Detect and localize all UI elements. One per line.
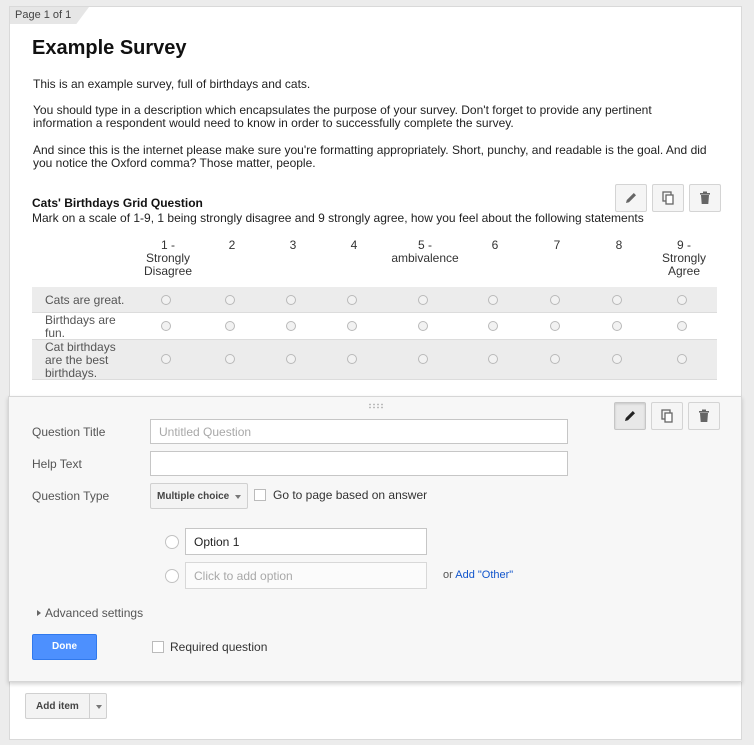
chevron-down-icon (235, 495, 241, 499)
grid-radio[interactable] (612, 321, 622, 331)
grid-header-row: 1 - Strongly Disagree 2 3 4 5 - ambivale… (32, 237, 717, 287)
grid-column-header: 5 - ambivalence (391, 238, 459, 265)
done-button[interactable]: Done (32, 634, 97, 660)
drag-handle-icon[interactable] (368, 403, 384, 409)
grid-column-header: 1 - Strongly Disagree (143, 238, 193, 278)
duplicate-question-button[interactable] (652, 184, 684, 212)
option-radio (165, 569, 179, 583)
grid-row-label: Cat birthdays are the best birthdays. (45, 340, 116, 380)
grid-radio[interactable] (612, 354, 622, 364)
grid-radio[interactable] (161, 321, 171, 331)
add-other-link[interactable]: Add "Other" (455, 569, 513, 581)
grid-radio[interactable] (612, 295, 622, 305)
survey-description-3: And since this is the internet please ma… (33, 143, 707, 170)
duplicate-icon (661, 409, 673, 423)
question-title-input[interactable] (150, 419, 568, 444)
grid-radio[interactable] (550, 295, 560, 305)
option-radio (165, 535, 179, 549)
grid-radio[interactable] (488, 321, 498, 331)
question-type-select[interactable]: Multiple choice (150, 483, 248, 509)
grid-column-header: 9 - Strongly Agree (661, 238, 707, 278)
grid-column-header: 4 (350, 238, 358, 252)
edit-question-button[interactable] (615, 184, 647, 212)
grid-row: Cats are great. (32, 287, 717, 313)
pencil-icon (626, 193, 636, 203)
help-text-label: Help Text (32, 457, 82, 471)
grid-column-header: 6 (491, 238, 499, 252)
grid-radio[interactable] (225, 321, 235, 331)
survey-description-2: You should type in a description which e… (33, 103, 652, 130)
add-option-input[interactable] (185, 562, 427, 589)
grid-column-header: 8 (615, 238, 623, 252)
grid-radio[interactable] (347, 321, 357, 331)
grid-column-header: 2 (228, 238, 236, 252)
delete-question-button[interactable] (688, 402, 720, 430)
trash-icon (699, 409, 709, 422)
add-item-label: Add item (36, 701, 79, 712)
duplicate-question-button[interactable] (651, 402, 683, 430)
required-question-checkbox[interactable] (152, 641, 164, 653)
grid-radio[interactable] (225, 295, 235, 305)
required-question-label: Required question (170, 640, 268, 654)
question-type-value: Multiple choice (157, 491, 230, 502)
duplicate-icon (662, 191, 674, 205)
grid-row-label: Birthdays are fun. (45, 313, 116, 340)
add-item-button[interactable]: Add item (25, 693, 107, 719)
grid-row: Cat birthdays are the best birthdays. (32, 340, 717, 380)
delete-question-button[interactable] (689, 184, 721, 212)
grid-radio[interactable] (418, 354, 428, 364)
grid-radio[interactable] (550, 354, 560, 364)
add-other-text: or Add "Other" (443, 569, 513, 581)
grid-radio[interactable] (488, 295, 498, 305)
option-1-input[interactable] (185, 528, 427, 555)
grid-radio[interactable] (488, 354, 498, 364)
help-text-input[interactable] (150, 451, 568, 476)
go-to-page-label: Go to page based on answer (273, 488, 428, 502)
grid-radio[interactable] (286, 295, 296, 305)
question-editor: Question Title Help Text Question Type M… (8, 396, 742, 682)
survey-title: Example Survey (32, 37, 187, 59)
go-to-page-checkbox[interactable] (254, 489, 266, 501)
triangle-right-icon (37, 610, 41, 616)
survey-description-1: This is an example survey, full of birth… (33, 77, 311, 91)
grid-column-header: 3 (289, 238, 297, 252)
page-indicator-tab: Page 1 of 1 (10, 7, 89, 24)
grid-question-title: Cats' Birthdays Grid Question (32, 196, 203, 210)
chevron-down-icon[interactable] (96, 705, 102, 709)
question-type-label: Question Type (32, 489, 110, 503)
grid-radio[interactable] (286, 354, 296, 364)
grid-radio[interactable] (677, 321, 687, 331)
grid-radio[interactable] (677, 354, 687, 364)
advanced-settings-label: Advanced settings (45, 606, 144, 620)
grid-row: Birthdays are fun. (32, 313, 717, 340)
grid-radio[interactable] (550, 321, 560, 331)
pencil-icon (625, 411, 635, 421)
grid-radio[interactable] (286, 321, 296, 331)
grid-radio[interactable] (161, 354, 171, 364)
grid-radio[interactable] (418, 321, 428, 331)
edit-question-button[interactable] (614, 402, 646, 430)
grid-radio[interactable] (418, 295, 428, 305)
grid-question-table: 1 - Strongly Disagree 2 3 4 5 - ambivale… (32, 237, 717, 380)
grid-question-help: Mark on a scale of 1-9, 1 being strongly… (32, 211, 644, 225)
grid-radio[interactable] (225, 354, 235, 364)
trash-icon (700, 191, 710, 204)
grid-radio[interactable] (347, 295, 357, 305)
question-title-label: Question Title (32, 425, 106, 439)
grid-radio[interactable] (677, 295, 687, 305)
or-text: or (443, 569, 453, 581)
grid-radio[interactable] (161, 295, 171, 305)
grid-column-header: 7 (553, 238, 561, 252)
grid-radio[interactable] (347, 354, 357, 364)
add-item-divider (89, 694, 90, 718)
grid-row-label: Cats are great. (45, 293, 125, 307)
advanced-settings-toggle[interactable]: Advanced settings (32, 606, 143, 620)
